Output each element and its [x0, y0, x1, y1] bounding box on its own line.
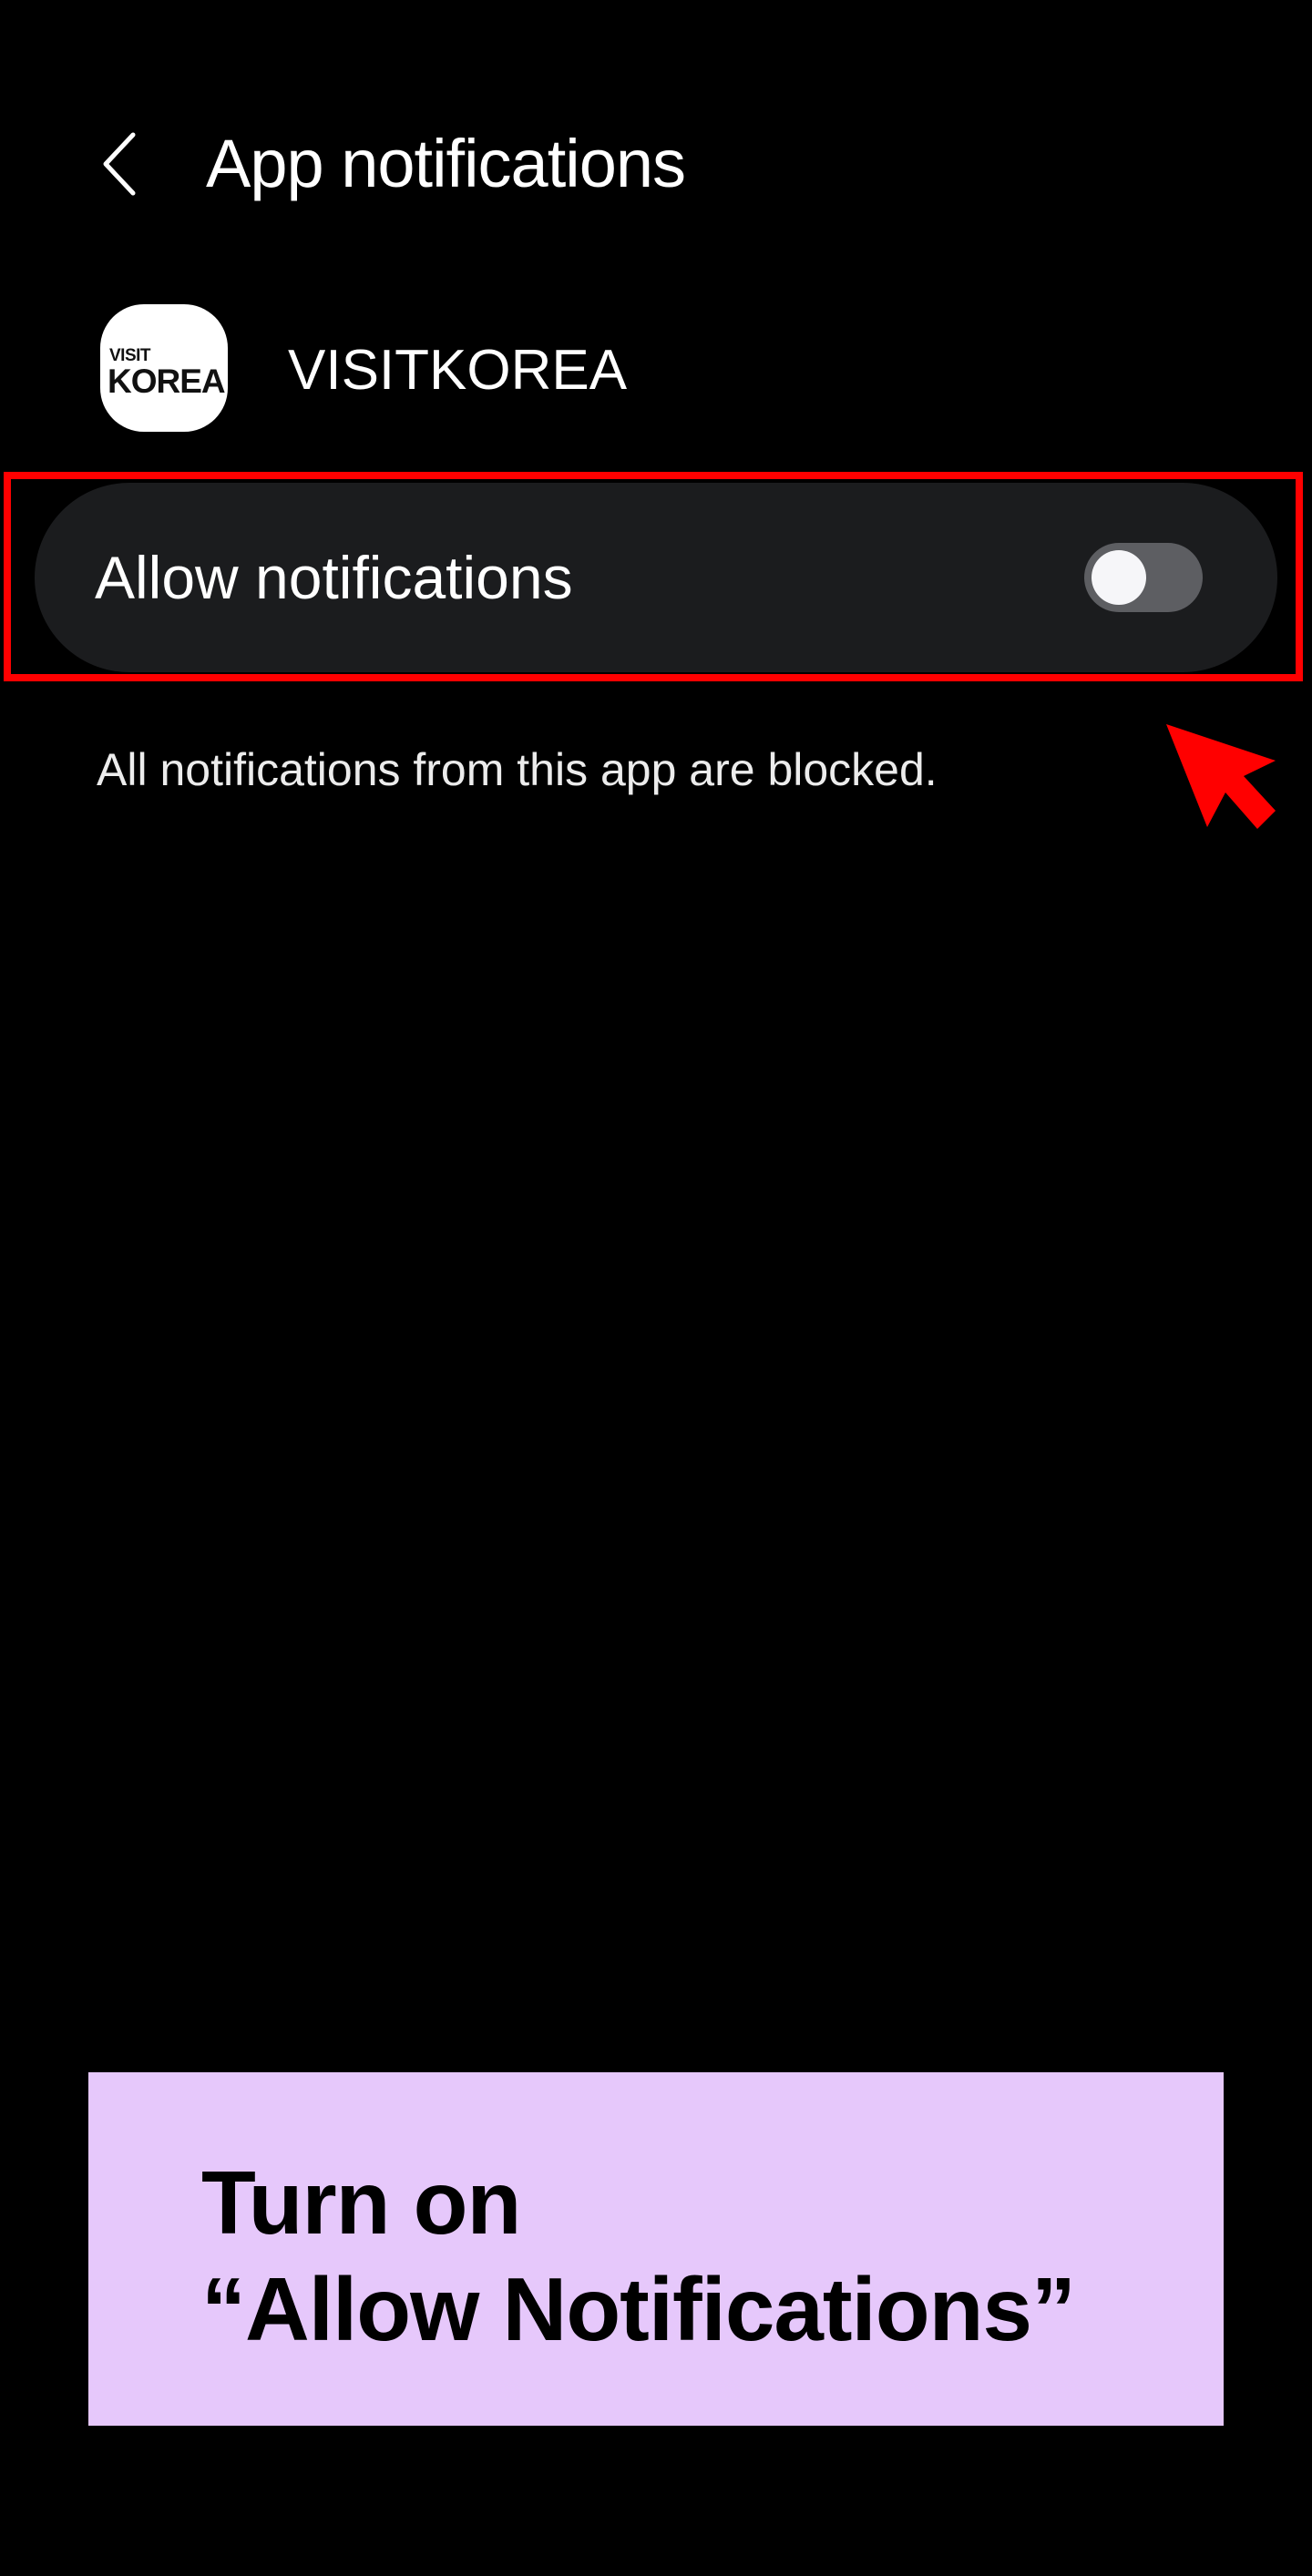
- back-button[interactable]: [84, 128, 157, 200]
- app-info-row: VISIT KOREA VISITKOREA: [0, 301, 1312, 437]
- page-title: App notifications: [206, 126, 686, 201]
- instruction-banner: Turn on “Allow Notifications”: [88, 2072, 1224, 2426]
- notifications-blocked-status: All notifications from this app are bloc…: [97, 744, 938, 795]
- arrow-pointer-icon: [1166, 724, 1276, 829]
- banner-line-1: Turn on: [201, 2152, 521, 2253]
- visitkorea-app-icon: VISIT KOREA: [100, 304, 228, 432]
- banner-line-2: “Allow Notifications”: [201, 2259, 1076, 2359]
- app-icon-big-text: KOREA: [108, 363, 226, 400]
- highlight-box: [4, 472, 1303, 681]
- header-bar: App notifications: [0, 91, 1312, 237]
- app-name: VISITKOREA: [288, 339, 628, 402]
- chevron-left-icon: [103, 132, 136, 196]
